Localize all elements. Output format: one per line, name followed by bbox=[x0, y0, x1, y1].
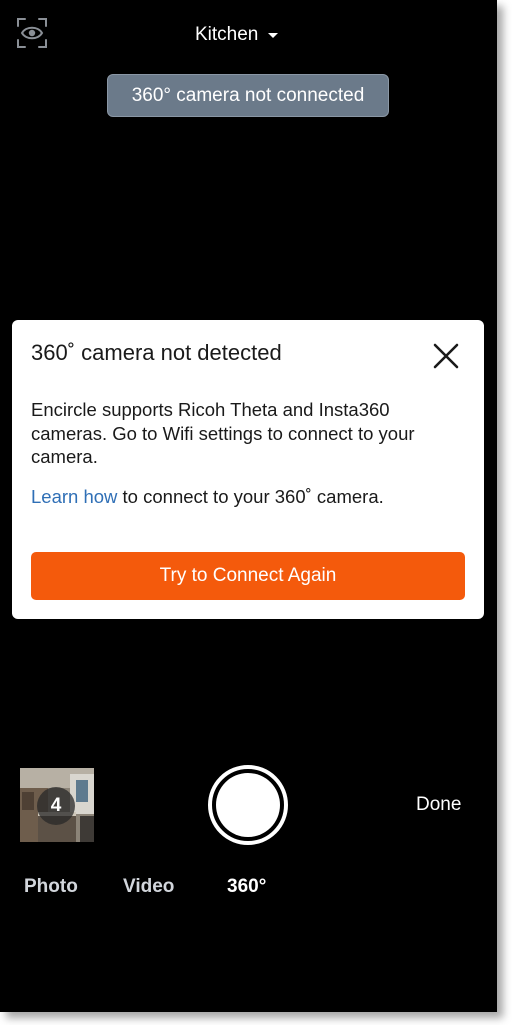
try-connect-again-button[interactable]: Try to Connect Again bbox=[31, 552, 465, 600]
room-label: Kitchen bbox=[195, 24, 259, 45]
room-selector[interactable]: Kitchen bbox=[195, 20, 279, 50]
shutter-button[interactable] bbox=[208, 765, 288, 845]
camera-screen: Kitchen 360° camera not connected 360˚ c… bbox=[0, 0, 497, 1012]
done-button[interactable]: Done bbox=[416, 794, 461, 816]
close-icon[interactable] bbox=[430, 340, 462, 372]
mode-photo-tab[interactable]: Photo bbox=[24, 876, 78, 898]
camera-not-detected-dialog: 360˚ camera not detected Encircle suppor… bbox=[12, 320, 484, 619]
mode-video-tab[interactable]: Video bbox=[123, 876, 174, 898]
try-connect-again-label: Try to Connect Again bbox=[159, 565, 337, 586]
caret-down-icon bbox=[268, 32, 279, 38]
status-badge: 360° camera not connected bbox=[107, 74, 389, 117]
status-text: 360° camera not connected bbox=[131, 84, 365, 106]
mode-360-tab[interactable]: 360° bbox=[227, 876, 266, 898]
learn-how-link[interactable]: Learn how bbox=[31, 486, 117, 507]
dialog-title: 360˚ camera not detected bbox=[31, 340, 282, 365]
eye-in-frame-icon[interactable] bbox=[16, 17, 48, 49]
last-photo-thumbnail[interactable]: 4 bbox=[20, 768, 94, 842]
photo-count-badge: 4 bbox=[37, 787, 75, 825]
learn-how-text: to connect to your 360˚ camera. bbox=[117, 486, 384, 507]
dialog-body: Encircle supports Ricoh Theta and Insta3… bbox=[31, 399, 415, 467]
learn-how-line: Learn how to connect to your 360˚ camera… bbox=[31, 485, 471, 509]
shutter-icon bbox=[216, 773, 280, 837]
